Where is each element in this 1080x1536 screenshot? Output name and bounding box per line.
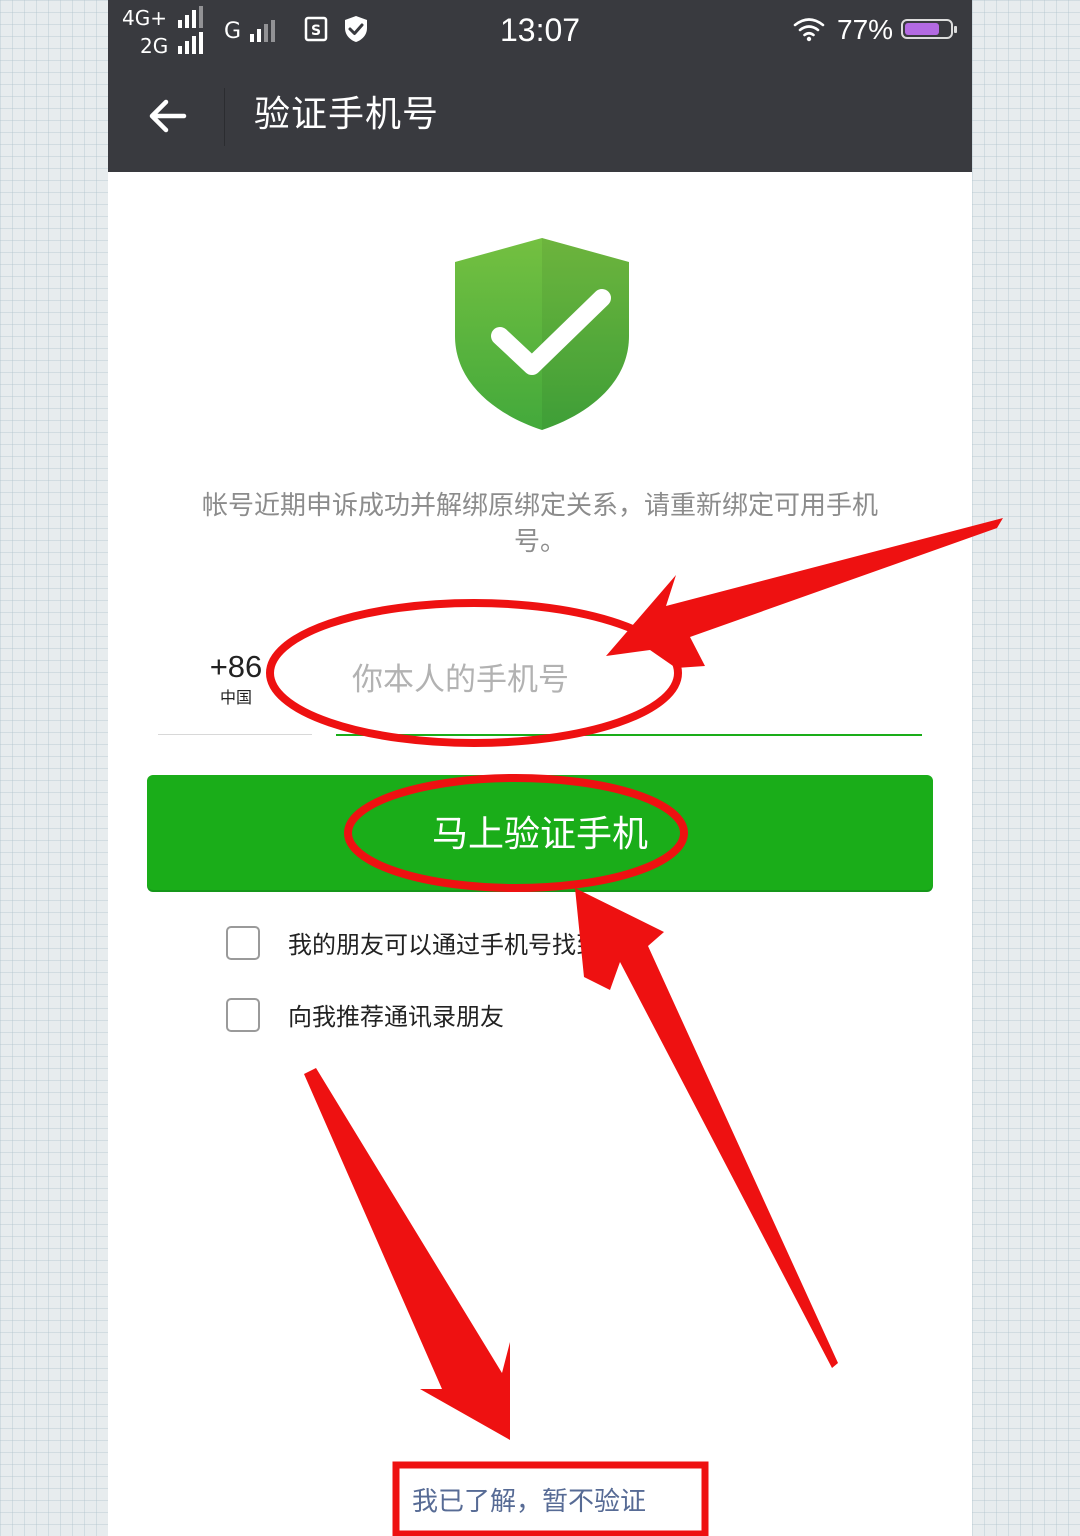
network-type-g: G xyxy=(224,19,242,44)
recommend-contacts-option[interactable]: 向我推荐通讯录朋友 xyxy=(226,997,504,1032)
shield-check-icon xyxy=(455,238,629,430)
wifi-icon xyxy=(793,18,825,42)
page-title: 验证手机号 xyxy=(254,94,440,135)
rebind-hint: 帐号近期申诉成功并解绑原绑定关系，请重新绑定可用手机 号。 xyxy=(148,488,932,560)
arrow-left-icon[interactable] xyxy=(144,92,192,140)
battery-percent: 77% xyxy=(837,14,894,45)
country-code-underline xyxy=(158,734,312,735)
phone-number-input[interactable] xyxy=(336,650,920,710)
signal-bars-icon xyxy=(250,20,275,42)
status-time: 13:07 xyxy=(500,12,581,48)
find-by-phone-checkbox[interactable] xyxy=(226,925,260,960)
country-code[interactable]: +86 xyxy=(204,648,268,686)
vpn-shield-icon xyxy=(345,16,367,42)
rebind-hint-line: 号。 xyxy=(513,527,566,557)
recommend-contacts-checkbox[interactable] xyxy=(226,997,260,1032)
battery-icon xyxy=(901,19,957,39)
title-divider xyxy=(224,88,225,146)
rebind-hint-line: 帐号近期申诉成功并解绑原绑定关系，请重新绑定可用手机 xyxy=(201,491,878,521)
find-by-phone-option[interactable]: 我的朋友可以通过手机号找到我 xyxy=(226,925,624,960)
status-bar: 4G+ 2G G S 13:07 77% xyxy=(108,0,972,60)
recommend-contacts-label: 向我推荐通讯录朋友 xyxy=(288,1003,504,1031)
title-bar: 验证手机号 xyxy=(108,60,972,172)
country-name[interactable]: 中国 xyxy=(204,688,268,708)
skip-verification-link[interactable]: 我已了解，暂不验证 xyxy=(412,1484,646,1520)
phone-screen: 4G+ 2G G S 13:07 77% 验证手机号 帐号近期申诉成功并解绑原绑… xyxy=(108,0,972,1536)
verify-phone-button[interactable]: 马上验证手机 xyxy=(147,775,933,890)
network-type-primary: 4G+ xyxy=(122,6,167,30)
network-type-secondary: 2G xyxy=(140,34,169,58)
signal-bars-icon xyxy=(178,32,203,54)
sim-icon: S xyxy=(304,16,328,42)
svg-text:S: S xyxy=(311,23,321,39)
phone-input-underline xyxy=(336,734,922,736)
find-by-phone-label: 我的朋友可以通过手机号找到我 xyxy=(288,931,624,959)
signal-bars-icon xyxy=(178,6,203,28)
battery-level-fill xyxy=(905,23,939,35)
